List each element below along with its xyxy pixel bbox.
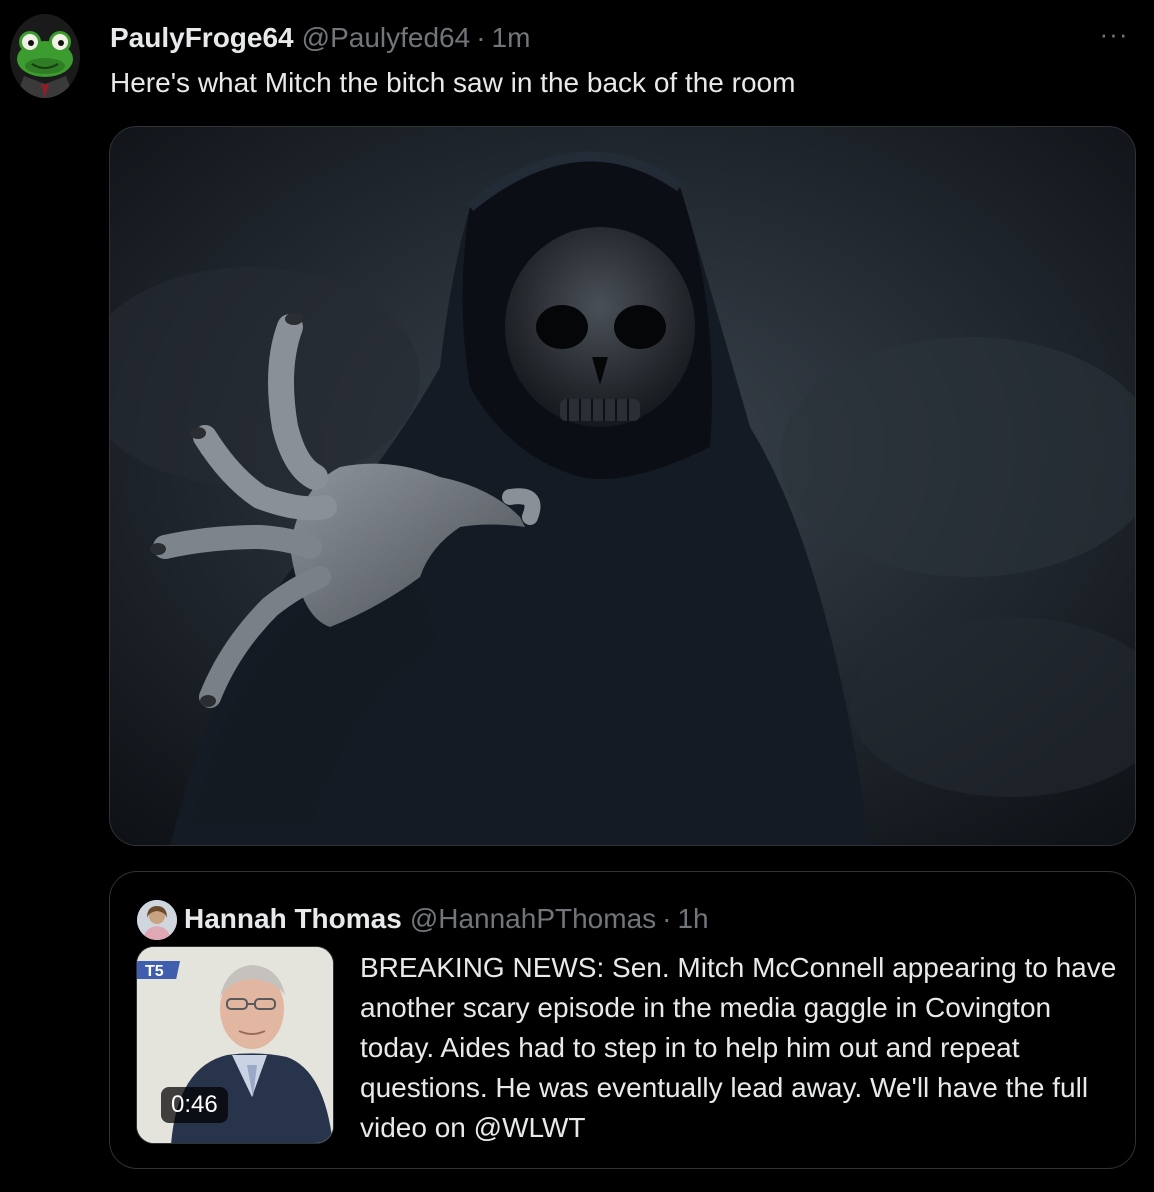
quoted-author-display-name[interactable]: Hannah Thomas: [184, 903, 402, 935]
quoted-tweet[interactable]: Hannah Thomas @HannahPThomas · 1h T5 0:4…: [109, 871, 1136, 1169]
tweet-media-image[interactable]: [109, 126, 1136, 846]
frog-avatar-icon[interactable]: [10, 14, 80, 98]
tweet-timestamp[interactable]: 1m: [492, 22, 531, 54]
svg-text:T5: T5: [145, 963, 164, 980]
video-thumbnail[interactable]: T5 0:46: [136, 946, 334, 1144]
quoted-author-avatar[interactable]: [137, 900, 177, 940]
station-logo-icon: T5: [137, 961, 181, 980]
quoted-tweet-header: Hannah Thomas @HannahPThomas · 1h: [184, 902, 709, 936]
tweet-header: PaulyFroge64 @Paulyfed64 · 1m: [110, 22, 530, 54]
quoted-tweet-text: BREAKING NEWS: Sen. Mitch McConnell appe…: [360, 952, 1117, 1143]
header-separator: ·: [476, 22, 486, 53]
author-handle[interactable]: @Paulyfed64: [302, 22, 471, 54]
quoted-author-handle[interactable]: @HannahPThomas: [410, 903, 656, 935]
grim-reaper-image: [110, 127, 1135, 845]
more-options-icon[interactable]: ···: [1094, 21, 1134, 52]
tweet-text: Here's what Mitch the bitch saw in the b…: [110, 67, 796, 98]
author-display-name[interactable]: PaulyFroge64: [110, 22, 294, 54]
video-duration-badge: 0:46: [161, 1087, 228, 1123]
quoted-header-separator: ·: [662, 903, 672, 934]
tweet-card[interactable]: PaulyFroge64 @Paulyfed64 · 1m ··· Here's…: [0, 0, 1154, 1192]
quoted-tweet-timestamp[interactable]: 1h: [677, 903, 708, 935]
